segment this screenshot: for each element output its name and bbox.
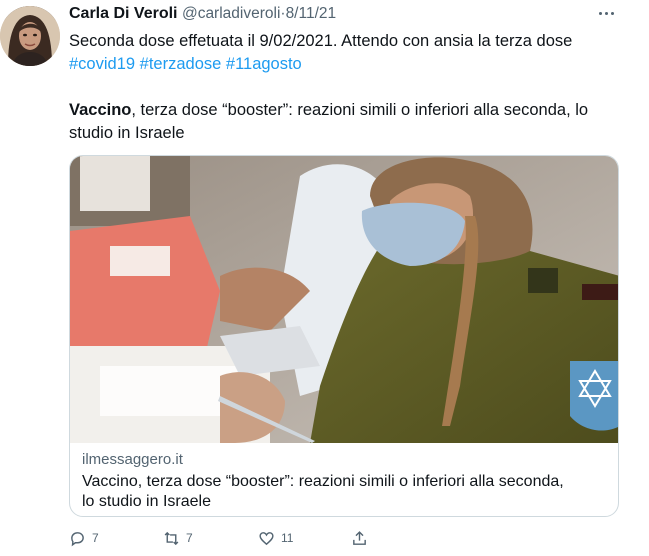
tweet-actions: 7 7 11 [69,528,389,548]
like-icon [259,531,274,545]
reply-icon [71,531,84,546]
card-body: ilmessaggero.it Vaccino, terza dose “boo… [70,443,618,512]
hashtag-link[interactable]: #terzadose [140,55,222,73]
author-handle[interactable]: @carladiveroli [182,5,280,22]
card-title-line: lo studio in Israele [82,493,211,510]
tweet-date[interactable]: 8/11/21 [286,5,337,22]
tweet-text: Seconda dose effetuata il 9/02/2021. Att… [69,30,629,145]
hashtag-line: #covid19 #terzadose #11agosto [69,53,629,76]
retweet-icon [164,531,179,545]
tweet-header: Carla Di Veroli @carladiveroli·8/11/21 [69,4,336,24]
hashtag-link[interactable]: #covid19 [69,55,135,73]
share-button[interactable] [351,528,368,548]
avatar[interactable] [0,6,60,66]
hashtag-link[interactable]: #11agosto [226,55,302,73]
like-count: 11 [281,531,294,545]
card-title-line: Vaccino, terza dose “booster”: reazioni … [82,473,564,490]
reply-button[interactable]: 7 [69,528,99,548]
tweet-text-line: Seconda dose effetuata il 9/02/2021. Att… [69,32,573,50]
like-button[interactable]: 11 [258,528,293,548]
quoted-headline-line: studio in Israele [69,124,185,142]
card-domain: ilmessaggero.it [82,451,183,468]
quoted-headline-line: Vaccino, terza dose “booster”: reazioni … [69,99,629,122]
retweet-count: 7 [186,531,193,545]
reply-count: 7 [92,531,99,545]
retweet-button[interactable]: 7 [163,528,193,548]
quoted-headline-rest: , terza dose “booster”: reazioni simili … [131,101,589,119]
quoted-headline-bold: Vaccino [69,101,132,119]
author-name[interactable]: Carla Di Veroli [69,5,178,22]
more-icon[interactable] [599,8,619,18]
card-image[interactable] [70,156,619,443]
link-card[interactable]: ilmessaggero.it Vaccino, terza dose “boo… [69,155,619,517]
share-icon [353,530,366,545]
tweet: Carla Di Veroli @carladiveroli·8/11/21 S… [0,0,649,556]
